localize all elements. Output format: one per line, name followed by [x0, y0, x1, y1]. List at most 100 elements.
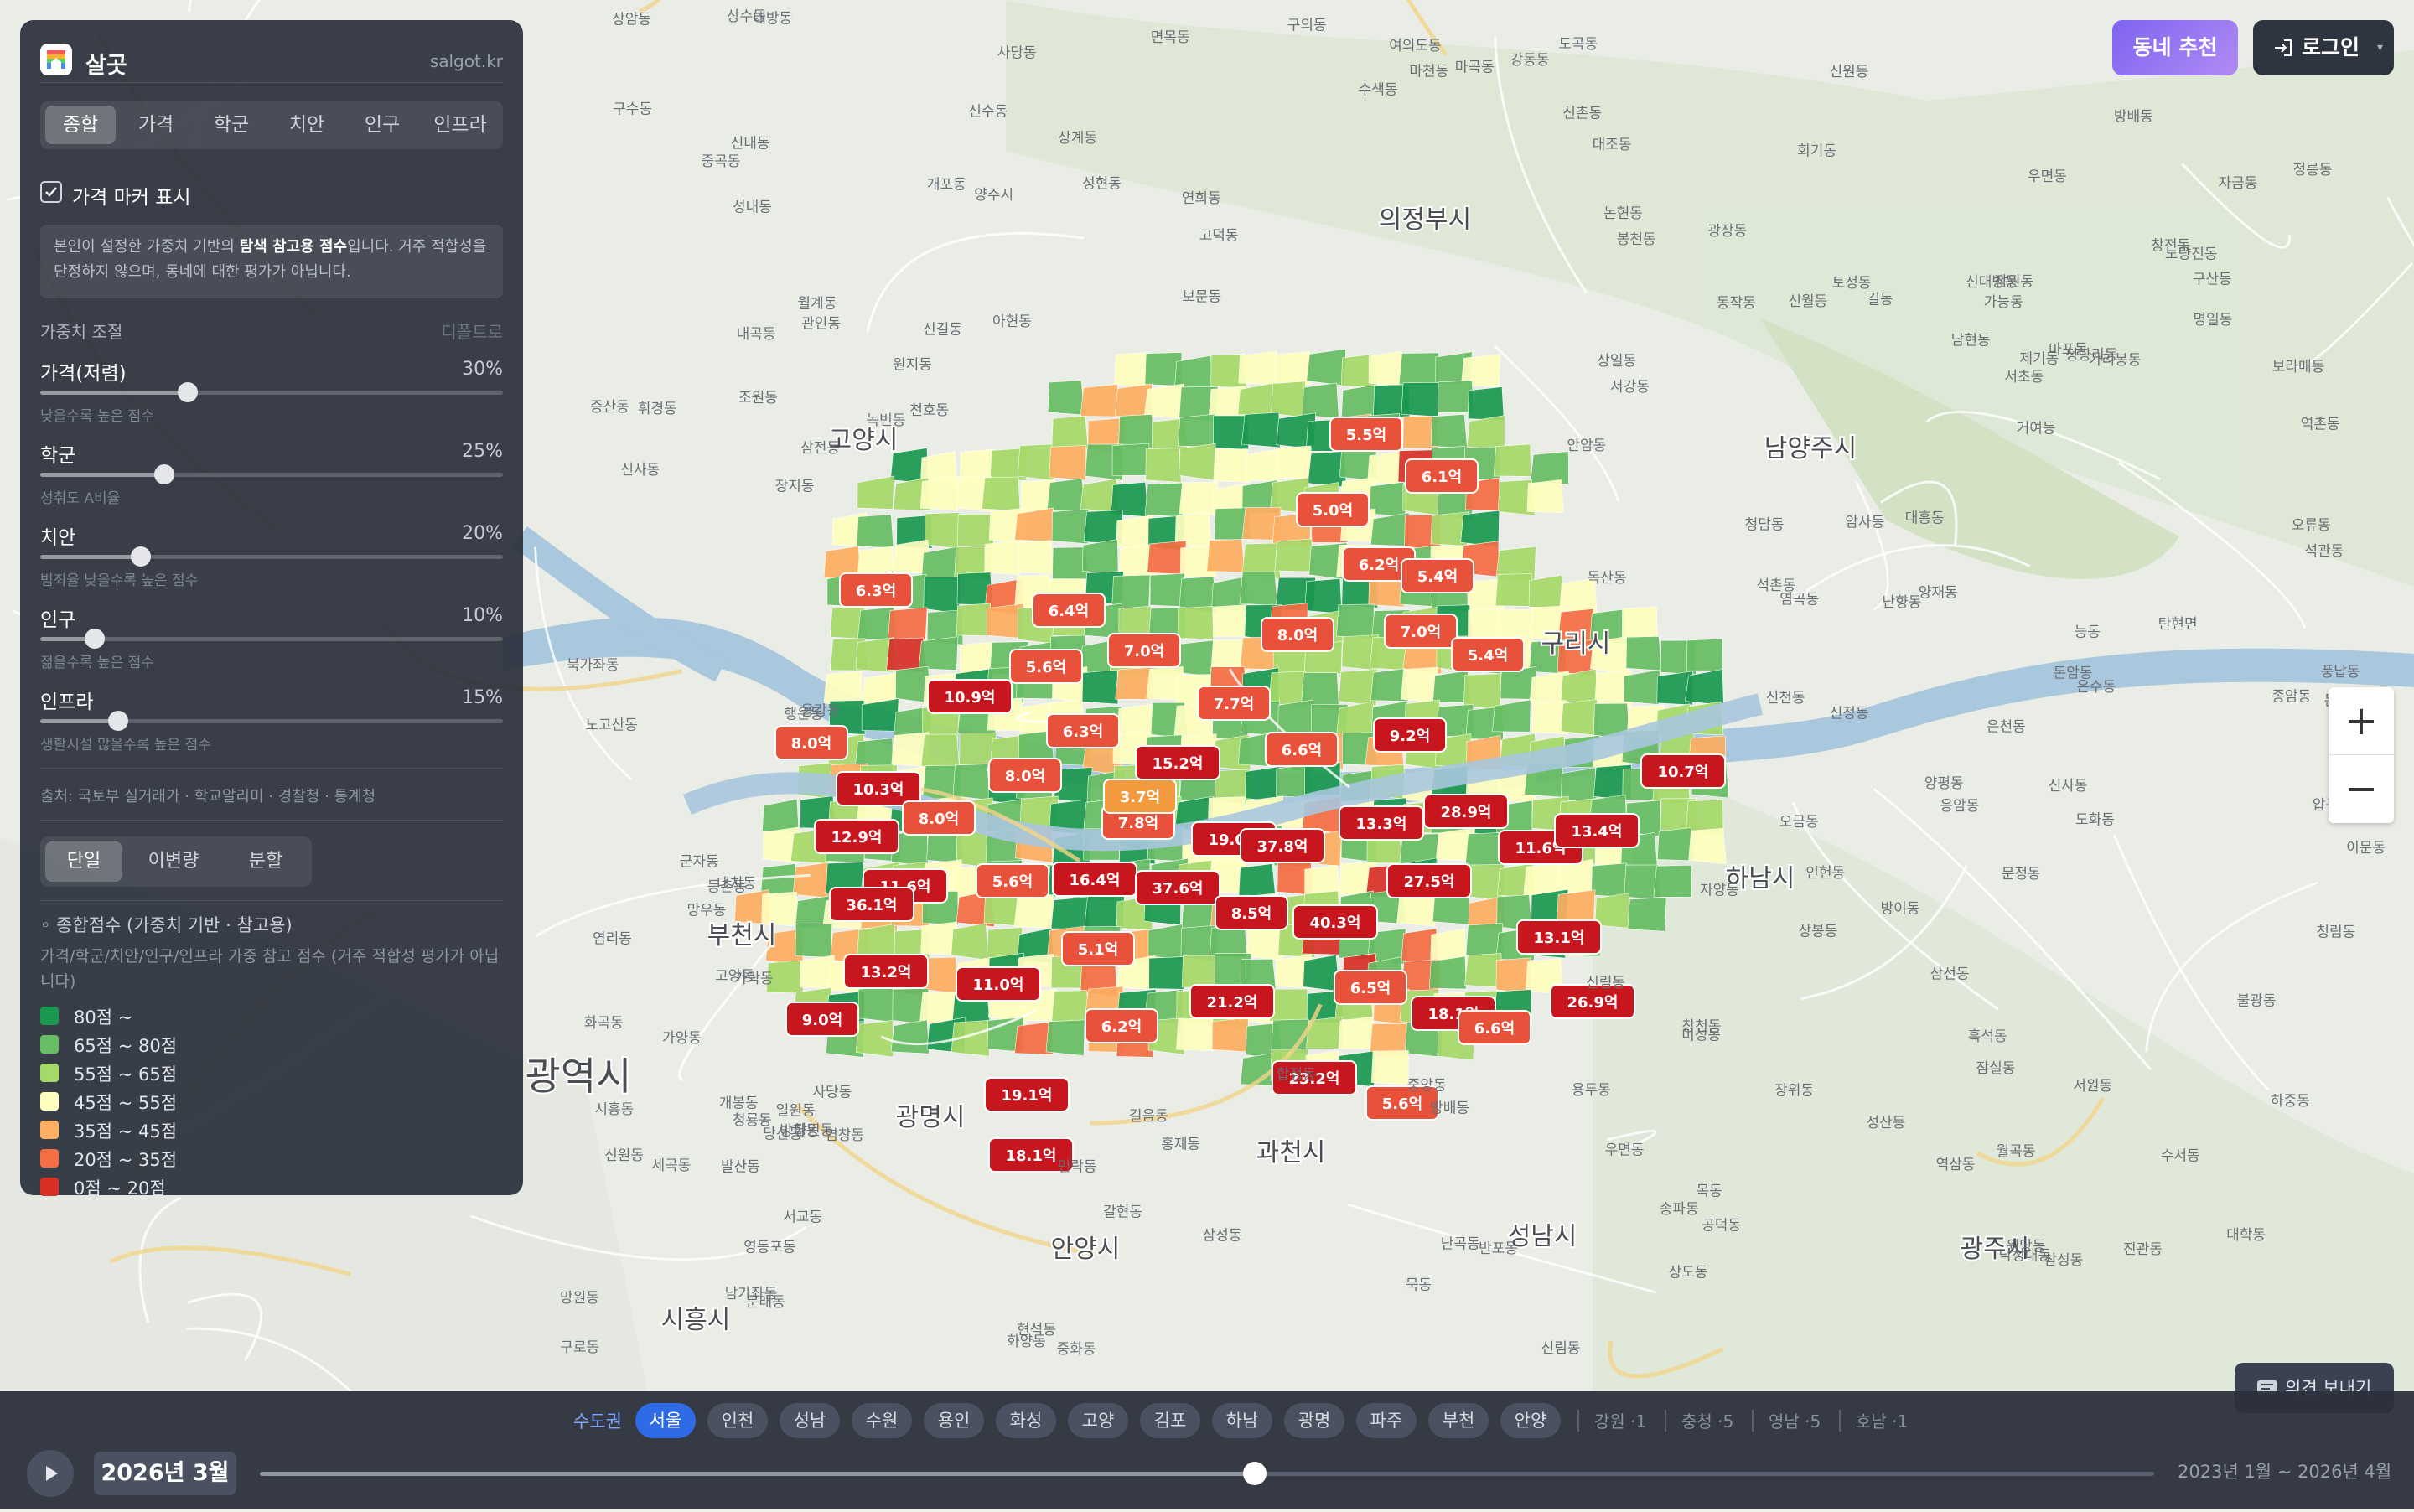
district-area[interactable] [1337, 604, 1375, 639]
district-area[interactable] [1145, 483, 1183, 516]
price-marker[interactable]: 5.4억 [1452, 638, 1524, 671]
district-area[interactable] [1047, 479, 1085, 511]
district-area[interactable] [1276, 446, 1312, 479]
district-area[interactable] [1495, 574, 1533, 607]
tab-safety[interactable]: 치안 [272, 106, 342, 144]
district-area[interactable] [1239, 864, 1276, 896]
district-area[interactable] [920, 476, 958, 510]
district-area[interactable] [1240, 572, 1277, 606]
district-area[interactable] [1080, 384, 1119, 417]
price-marker[interactable]: 6.4억 [1033, 593, 1105, 627]
district-area[interactable] [1561, 699, 1598, 735]
district-area[interactable] [924, 577, 961, 614]
price-marker[interactable]: 8.0억 [1261, 618, 1334, 651]
region-chip[interactable]: 수원 [852, 1403, 912, 1438]
region-chip[interactable]: 하남 [1212, 1403, 1272, 1438]
district-area[interactable] [1275, 351, 1311, 385]
slider-track[interactable] [40, 555, 503, 559]
price-marker[interactable]: 15.2억 [1136, 746, 1220, 779]
mode-single[interactable]: 단일 [45, 841, 122, 882]
district-area[interactable] [1213, 604, 1250, 636]
district-area[interactable] [1207, 540, 1245, 572]
price-marker[interactable]: 36.1억 [830, 888, 914, 921]
price-marker[interactable]: 40.3억 [1293, 905, 1377, 939]
district-area[interactable] [1341, 385, 1378, 418]
slider-track[interactable] [40, 719, 503, 723]
district-area[interactable] [1622, 607, 1657, 639]
price-marker[interactable]: 6.3억 [840, 573, 912, 607]
district-area[interactable] [1046, 1020, 1085, 1056]
district-area[interactable] [1048, 381, 1085, 416]
district-area[interactable] [1591, 863, 1627, 898]
district-area[interactable] [1052, 991, 1090, 1024]
district-area[interactable] [1305, 578, 1342, 614]
slider-handle[interactable] [154, 464, 174, 484]
price-marker[interactable]: 5.0억 [1297, 493, 1369, 526]
price-marker[interactable]: 3.7억 [1104, 779, 1176, 813]
region-chip[interactable]: 화성 [996, 1403, 1056, 1438]
district-area[interactable] [925, 513, 960, 550]
price-marker[interactable]: 5.4억 [1401, 559, 1474, 593]
district-area[interactable] [985, 541, 1021, 576]
district-area[interactable] [1303, 383, 1339, 418]
district-area[interactable] [921, 734, 960, 769]
district-area[interactable] [1624, 670, 1660, 705]
price-marker[interactable]: 6.2억 [1085, 1009, 1158, 1043]
district-area[interactable] [1468, 387, 1504, 421]
slider-handle[interactable] [85, 629, 105, 649]
price-marker[interactable]: 8.0억 [903, 801, 975, 835]
price-marker[interactable]: 7.0억 [1385, 614, 1457, 648]
district-area[interactable] [795, 924, 832, 957]
district-area[interactable] [1463, 674, 1501, 710]
price-marker[interactable]: 37.8억 [1241, 829, 1324, 862]
district-area[interactable] [1144, 384, 1184, 418]
district-area[interactable] [1654, 865, 1692, 897]
district-area[interactable] [982, 477, 1020, 511]
district-area[interactable] [1557, 890, 1595, 924]
price-marker[interactable]: 6.5억 [1334, 971, 1406, 1004]
district-area[interactable] [1369, 351, 1404, 388]
district-area[interactable] [1531, 452, 1569, 484]
region-chip[interactable]: 부천 [1428, 1403, 1489, 1438]
weight-slider[interactable]: 인구10%젊을수록 높은 점수 [40, 603, 503, 679]
region-chip[interactable]: 인천 [707, 1403, 768, 1438]
district-area[interactable] [1018, 541, 1054, 574]
price-marker[interactable]: 9.2억 [1374, 718, 1446, 752]
slider-track[interactable] [40, 391, 503, 395]
price-marker[interactable]: 19.1억 [985, 1078, 1069, 1111]
district-area[interactable] [1082, 540, 1118, 574]
price-marker[interactable]: 12.9억 [815, 820, 899, 853]
slider-handle[interactable] [131, 546, 151, 567]
price-marker[interactable]: 13.4억 [1555, 814, 1639, 847]
price-marker[interactable]: 13.3억 [1339, 806, 1423, 840]
tab-overall[interactable]: 종합 [45, 106, 116, 144]
price-marker[interactable]: 6.6억 [1266, 733, 1338, 766]
price-marker[interactable]: 9.0억 [786, 1002, 858, 1036]
region-other[interactable]: 강원 ·1 [1594, 1408, 1646, 1432]
timeline-slider[interactable] [260, 1472, 2154, 1476]
login-button[interactable]: 로그인 ▾ [2253, 20, 2394, 75]
district-area[interactable] [1494, 444, 1531, 476]
weight-slider[interactable]: 가격(저렴)30%낮을수록 높은 점수 [40, 357, 503, 432]
district-area[interactable] [1118, 414, 1154, 448]
slider-track[interactable] [40, 637, 503, 641]
recommend-button[interactable]: 동네 추천 [2112, 20, 2238, 75]
weights-reset-button[interactable]: 디폴트로 [441, 318, 503, 343]
price-marker[interactable]: 27.5억 [1387, 864, 1471, 898]
district-area[interactable] [1307, 349, 1346, 386]
app-site[interactable]: salgot.kr [430, 51, 503, 71]
tab-price[interactable]: 가격 [121, 106, 191, 144]
district-area[interactable] [1179, 482, 1218, 515]
price-marker[interactable]: 6.6억 [1458, 1011, 1531, 1044]
district-area[interactable] [1148, 924, 1184, 961]
district-area[interactable] [1657, 827, 1694, 861]
region-chip[interactable]: 김포 [1140, 1403, 1200, 1438]
district-area[interactable] [1052, 509, 1089, 544]
district-area[interactable] [953, 764, 991, 800]
district-area[interactable] [1146, 448, 1181, 483]
district-area[interactable] [1082, 670, 1118, 704]
price-marker-label[interactable]: 가격 마커 표시 [72, 181, 191, 210]
price-marker[interactable]: 21.2억 [1190, 985, 1274, 1018]
district-area[interactable] [1339, 1017, 1375, 1049]
price-marker[interactable]: 16.4억 [1053, 862, 1137, 896]
